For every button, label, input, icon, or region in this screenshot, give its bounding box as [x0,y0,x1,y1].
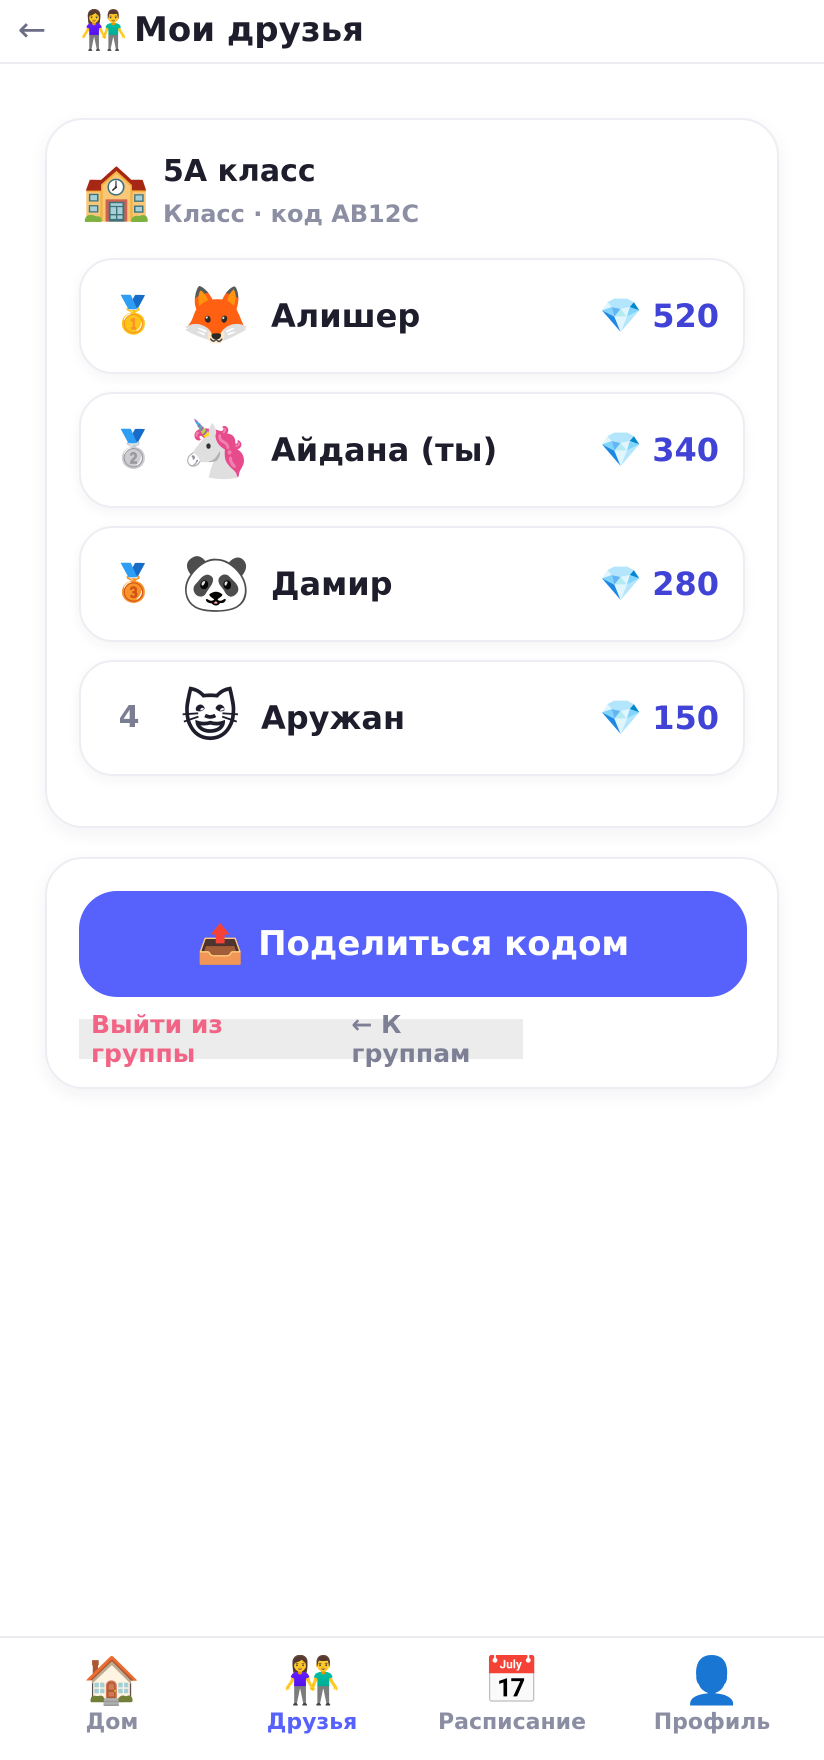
gem-score: 💎 520 [600,260,719,372]
rank-number: 4 [118,700,140,735]
group-code: Класс · код AB12C [163,200,420,228]
page-title: Мои друзья [134,10,364,50]
score-value: 150 [652,699,719,737]
nav-label: Профиль [653,1710,771,1735]
share-code-button[interactable]: 📤 Поделиться кодом [79,891,747,997]
friend-name: Айдана (ты) [271,431,498,469]
back-arrow-icon[interactable]: ← [12,8,52,52]
gem-score: 💎 280 [600,528,719,640]
unicorn-avatar-icon: 🦄 [181,417,251,482]
friend-name: Дамир [271,565,393,603]
back-to-groups-link[interactable]: ← К группам [351,1010,523,1068]
friends-icon: 👫 [283,1653,341,1707]
nav-item-home[interactable]: 🏠 Дом [22,1652,202,1735]
nav-label: Дом [85,1710,139,1735]
nav-label: Расписание [437,1710,587,1735]
leaderboard-row[interactable]: 4 😺 Аружан 💎 150 [79,660,745,776]
calendar-icon: 📅 [483,1653,541,1707]
gem-icon: 💎 [599,296,643,336]
gold-medal-icon: 🥇 [111,295,156,336]
score-value: 340 [652,431,719,469]
group-name: 5А класс [163,154,316,189]
group-card: 🏫 5А класс Класс · код AB12C 🥇 🦊 Алишер … [45,118,779,828]
gem-score: 💎 150 [600,662,719,774]
friend-name: Аружан [261,699,406,737]
silver-medal-icon: 🥈 [111,429,156,470]
friend-name: Алишер [271,297,421,335]
leaderboard-row[interactable]: 🥇 🦊 Алишер 💎 520 [79,258,745,374]
leaderboard-row[interactable]: 🥈 🦄 Айдана (ты) 💎 340 [79,392,745,508]
gem-icon: 💎 [599,564,643,604]
score-value: 520 [652,297,719,335]
outbox-tray-icon: 📤 [196,921,245,966]
bronze-medal-icon: 🥉 [111,563,156,604]
top-bar: ← 👫 Мои друзья [0,0,824,64]
leave-group-link[interactable]: Выйти из группы [91,1010,327,1068]
fox-avatar-icon: 🦊 [181,283,251,348]
friends-icon: 👫 [80,8,128,52]
nav-label: Друзья [266,1710,358,1735]
leaderboard-row[interactable]: 🥉 🐼 Дамир 💎 280 [79,526,745,642]
school-icon: 🏫 [81,159,151,224]
gem-score: 💎 340 [600,394,719,506]
house-icon: 🏠 [83,1653,141,1707]
score-value: 280 [652,565,719,603]
gem-icon: 💎 [599,430,643,470]
nav-item-friends[interactable]: 👫 Друзья [222,1652,402,1735]
actions-card: 📤 Поделиться кодом Выйти из группы ← К г… [45,857,779,1089]
nav-item-schedule[interactable]: 📅 Расписание [422,1652,602,1735]
user-icon: 👤 [683,1653,741,1707]
nav-item-profile[interactable]: 👤 Профиль [622,1652,802,1735]
gem-icon: 💎 [599,698,643,738]
bottom-nav: 🏠 Дом 👫 Друзья 📅 Расписание 👤 Профиль [0,1636,824,1760]
group-links: Выйти из группы ← К группам [79,1010,523,1068]
share-code-label: Поделиться кодом [258,924,630,964]
cat-avatar-icon: 😺 [181,685,240,750]
panda-avatar-icon: 🐼 [181,551,251,616]
